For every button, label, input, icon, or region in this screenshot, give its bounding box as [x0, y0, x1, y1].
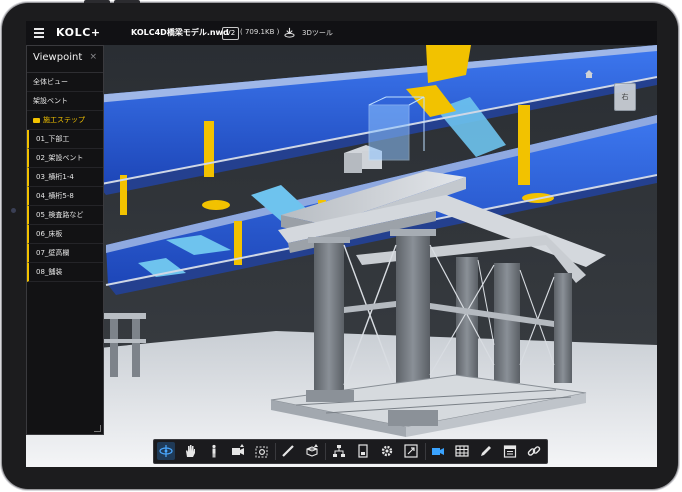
properties-icon[interactable] [356, 444, 370, 458]
top-bar: KOLC+ KOLC4D橋梁モデル.nwd V2 ( 709.1KB ) 3Dツ… [26, 21, 657, 45]
calendar-icon[interactable] [503, 444, 517, 458]
viewpoint-panel-title: Viewpoint [33, 52, 83, 63]
bottom-toolbar [153, 439, 548, 464]
folder-icon [33, 117, 40, 123]
camera-icon[interactable] [231, 444, 245, 458]
file-name: KOLC4D橋梁モデル.nwd [131, 28, 229, 37]
file-size: ( 709.1KB ) [240, 28, 280, 36]
zoom-fit-icon[interactable] [255, 444, 269, 458]
toolbar-separator [425, 443, 426, 460]
pan-icon[interactable] [183, 444, 197, 458]
viewpoint-item-step-06[interactable]: 06_床板 [27, 225, 103, 244]
link-icon[interactable] [527, 444, 541, 458]
viewpoint-item-overall[interactable]: 全体ビュー [27, 73, 103, 92]
viewpoint-item-step-01[interactable]: 01_下部工 [27, 130, 103, 149]
bridge-model-render[interactable] [26, 45, 657, 467]
section-icon[interactable] [305, 444, 319, 458]
tablet-top-button [84, 0, 110, 3]
home-icon[interactable] [584, 69, 594, 79]
3d-tool-label[interactable]: 3Dツール [302, 28, 333, 38]
viewpoint-item-step-02[interactable]: 02_架設ベント [27, 149, 103, 168]
front-camera [11, 208, 16, 213]
toolbar-separator [325, 443, 326, 460]
viewpoint-item-step-04[interactable]: 04_横桁5-8 [27, 187, 103, 206]
walk-icon[interactable] [207, 444, 221, 458]
toolbar-separator [275, 443, 276, 460]
viewpoint-item-erection-bent[interactable]: 架設ベント [27, 92, 103, 111]
viewpoint-item-step-08[interactable]: 08_舗装 [27, 263, 103, 282]
brand-logo: KOLC+ [56, 26, 101, 39]
viewpoint-panel: Viewpoint × 全体ビュー 架設ベント 施工ステップ 01_下部工 02… [26, 45, 104, 435]
tree-icon[interactable] [332, 444, 346, 458]
viewpoint-item-step-03[interactable]: 03_横桁1-4 [27, 168, 103, 187]
viewpoint-panel-header: Viewpoint × [27, 46, 103, 73]
viewpoint-item-step-07[interactable]: 07_壁高欄 [27, 244, 103, 263]
menu-icon[interactable] [34, 28, 44, 38]
measure-icon[interactable] [281, 444, 295, 458]
viewpoint-folder-construction-steps[interactable]: 施工ステップ [27, 111, 103, 130]
3d-tool-icon[interactable] [284, 27, 295, 38]
panel-resize-handle[interactable] [94, 425, 101, 432]
tablet-frame: KOLC+ KOLC4D橋梁モデル.nwd V2 ( 709.1KB ) 3Dツ… [2, 0, 678, 489]
orbit-icon[interactable] [157, 442, 175, 460]
fullscreen-icon[interactable] [404, 444, 418, 458]
viewpoint-item-step-05[interactable]: 05_検査路など [27, 206, 103, 225]
version-badge[interactable]: V2 [222, 27, 240, 40]
settings-icon[interactable] [380, 444, 394, 458]
viewpoint-folder-label: 施工ステップ [43, 116, 85, 124]
grid-icon[interactable] [455, 444, 469, 458]
app-screen: KOLC+ KOLC4D橋梁モデル.nwd V2 ( 709.1KB ) 3Dツ… [26, 21, 657, 467]
view-cube[interactable]: 右 [614, 83, 636, 111]
3d-viewport[interactable]: 右 [26, 45, 657, 467]
video-icon[interactable] [431, 444, 445, 458]
markup-pen-icon[interactable] [479, 444, 493, 458]
close-icon[interactable]: × [89, 52, 97, 62]
tablet-top-button-2 [114, 0, 140, 3]
